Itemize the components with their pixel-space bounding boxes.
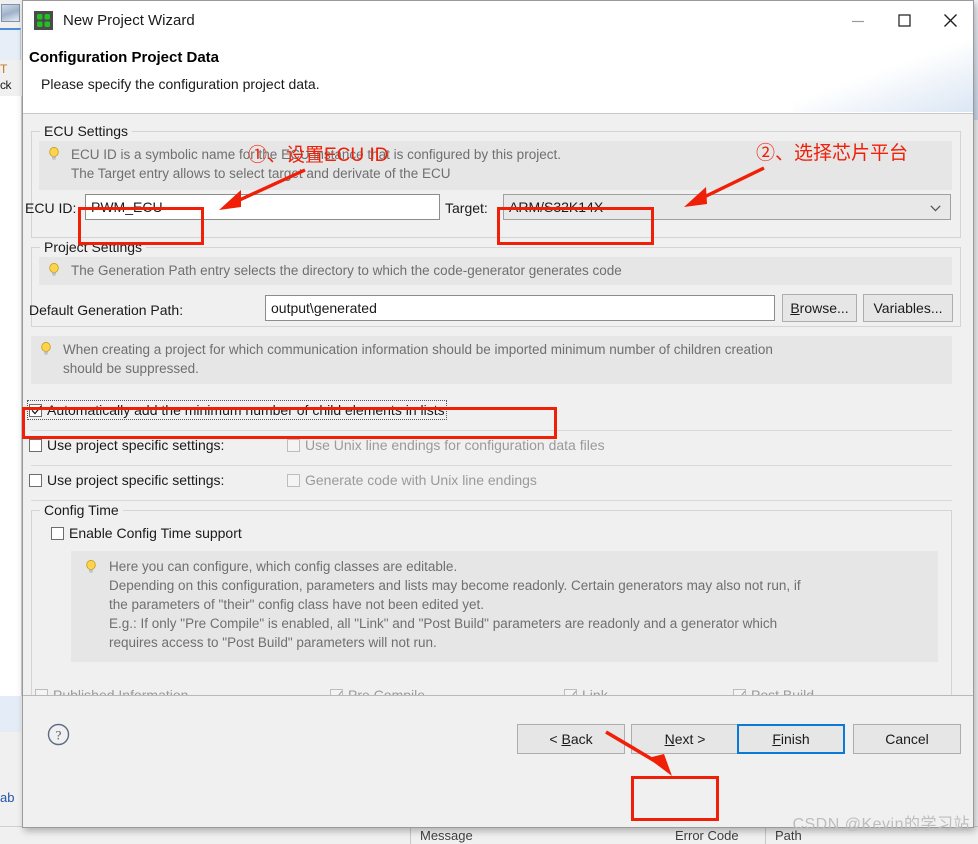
generate-code-unix-endings-label: Generate code with Unix line endings <box>305 472 537 488</box>
page-subtitle: Please specify the configuration project… <box>41 76 320 92</box>
help-icon[interactable]: ? <box>47 723 70 746</box>
finish-button-label: Finish <box>772 731 810 747</box>
background-editor-area <box>0 96 22 696</box>
config-time-hint-line-4: E.g.: If only "Pre Compile" is enabled, … <box>109 616 778 631</box>
annotation-label-step2: ②、选择芯片平台 <box>756 143 909 164</box>
back-button[interactable]: < Back <box>517 724 625 754</box>
minimize-icon[interactable] <box>835 1 881 40</box>
cancel-button-label: Cancel <box>885 731 929 747</box>
project-settings-hint-text: The Generation Path entry selects the di… <box>71 263 622 278</box>
finish-button[interactable]: Finish <box>737 724 845 754</box>
cancel-button[interactable]: Cancel <box>853 724 961 754</box>
unix-line-endings-config-checkbox[interactable]: Use Unix line endings for configuration … <box>287 437 605 453</box>
lightbulb-icon <box>85 559 97 574</box>
watermark: CSDN @Kevin的学习站 <box>792 816 970 833</box>
background-view-tab <box>0 696 21 732</box>
puzzle-squares-icon <box>34 11 53 30</box>
checkbox-box <box>29 473 42 487</box>
chevron-down-icon <box>930 199 941 215</box>
lightbulb-icon <box>48 262 60 277</box>
unix-line-endings-config-label: Use Unix line endings for configuration … <box>305 437 605 453</box>
project-settings-hint: The Generation Path entry selects the di… <box>39 257 952 285</box>
svg-text:?: ? <box>56 727 62 742</box>
dialog-button-bar: ? < Back Next > Finish Cancel <box>23 695 973 782</box>
wizard-banner-image <box>793 40 973 112</box>
divider <box>31 465 952 466</box>
page-title: Configuration Project Data <box>29 49 220 66</box>
browse-button[interactable]: Browse... <box>782 294 857 322</box>
config-time-hint-line-2: Depending on this configuration, paramet… <box>109 578 801 593</box>
generation-path-input[interactable]: output\generated <box>265 295 775 321</box>
config-time-group-label: Config Time <box>40 502 123 518</box>
close-icon[interactable] <box>927 1 973 40</box>
generation-path-label: Default Generation Path: <box>29 302 184 318</box>
divider <box>31 500 952 501</box>
minimum-children-hint: When creating a project for which commun… <box>31 336 952 384</box>
config-time-hint-line-5: requires access to "Post Build" paramete… <box>109 635 437 650</box>
background-link[interactable]: ab <box>0 790 14 805</box>
minimum-children-hint-line-2: should be suppressed. <box>63 361 199 376</box>
config-time-hint: Here you can configure, which config cla… <box>71 551 938 662</box>
wizard-header: Configuration Project Data Please specif… <box>23 40 973 114</box>
enable-config-time-label: Enable Config Time support <box>69 525 242 541</box>
screen: T ck ab Message Error Code Path New Proj… <box>0 0 978 844</box>
wizard-body: ECU Settings ECU ID is a symbolic name f… <box>23 114 973 782</box>
enable-config-time-checkbox[interactable]: Enable Config Time support <box>51 525 242 541</box>
auto-add-minimum-children-checkbox[interactable]: Automatically add the minimum number of … <box>27 400 447 420</box>
next-button[interactable]: Next > <box>631 724 739 754</box>
variables-button[interactable]: Variables... <box>863 294 953 322</box>
minimum-children-hint-line-1: When creating a project for which commun… <box>63 342 773 357</box>
target-combo[interactable]: ARM/S32K14X <box>503 194 951 220</box>
checkbox-box <box>29 403 42 417</box>
next-button-label: Next > <box>664 731 706 747</box>
column-separator <box>410 827 411 844</box>
ecu-id-input[interactable]: PWM_ECU <box>85 194 440 220</box>
dialog-titlebar: New Project Wizard <box>23 1 973 40</box>
generate-code-unix-endings-checkbox[interactable]: Generate code with Unix line endings <box>287 472 537 488</box>
ecu-id-label: ECU ID: <box>25 200 77 216</box>
use-project-specific-settings-checkbox-2[interactable]: Use project specific settings: <box>29 472 224 488</box>
annotation-label-step1: ①、设置ECU ID <box>248 145 389 166</box>
background-tab-label-1: T <box>0 62 7 76</box>
auto-add-minimum-children-label: Automatically add the minimum number of … <box>47 402 445 418</box>
problems-column-errorcode[interactable]: Error Code <box>675 828 739 843</box>
target-label: Target: <box>445 200 488 216</box>
ecu-hint-line-2: The Target entry allows to select target… <box>71 166 451 181</box>
use-project-specific-settings-label-2: Use project specific settings: <box>47 472 225 488</box>
browse-button-label: Browse... <box>790 300 849 316</box>
background-tab-label-2: ck <box>0 78 12 92</box>
divider <box>31 430 952 431</box>
checkbox-box <box>287 438 300 452</box>
ecu-settings-group-label: ECU Settings <box>40 123 133 139</box>
dialog-title: New Project Wizard <box>63 12 195 29</box>
use-project-specific-settings-label-1: Use project specific settings: <box>47 437 225 453</box>
checkbox-box <box>287 473 300 487</box>
config-time-hint-line-1: Here you can configure, which config cla… <box>109 559 458 574</box>
checkbox-box <box>51 526 64 540</box>
checkbox-box <box>29 438 42 452</box>
lightbulb-icon <box>48 146 60 161</box>
use-project-specific-settings-checkbox-1[interactable]: Use project specific settings: <box>29 437 224 453</box>
config-time-hint-line-3: the parameters of "their" config class h… <box>109 597 485 612</box>
background-editor-tab[interactable] <box>0 28 21 60</box>
problems-column-message[interactable]: Message <box>420 828 473 843</box>
variables-button-label: Variables... <box>873 300 943 316</box>
back-button-label: < Back <box>549 731 593 747</box>
new-project-wizard-dialog: New Project Wizard Configuration Project… <box>22 0 974 828</box>
lightbulb-icon <box>40 341 52 356</box>
project-settings-group-label: Project Settings <box>40 239 147 255</box>
maximize-icon[interactable] <box>881 1 927 40</box>
target-combo-value: ARM/S32K14X <box>509 199 604 215</box>
window-controls <box>835 1 973 40</box>
background-toolbar-icon[interactable] <box>1 4 20 22</box>
column-separator <box>765 827 766 844</box>
